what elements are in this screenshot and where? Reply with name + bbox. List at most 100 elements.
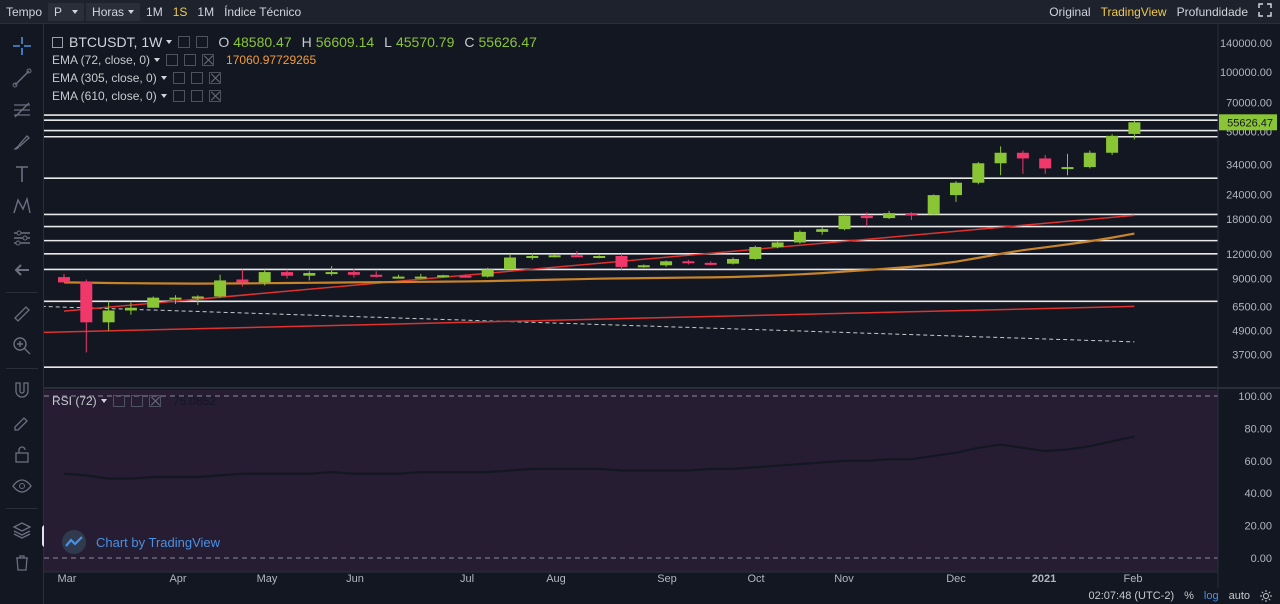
candle-body xyxy=(994,152,1007,164)
settings-icon[interactable] xyxy=(184,54,197,66)
price-tick-label: 140000.00 xyxy=(1220,38,1272,50)
back-tool[interactable] xyxy=(8,256,36,284)
chevron-down-icon[interactable] xyxy=(166,40,173,44)
brush-tool[interactable] xyxy=(8,128,36,156)
candle-body xyxy=(504,257,516,270)
view-original-button[interactable]: Original xyxy=(1045,3,1094,21)
pattern-tool[interactable] xyxy=(8,192,36,220)
settings-icon[interactable] xyxy=(130,395,143,407)
chart-legend: BTCUSDT, 1W O 48580.47 H 56609.14 L 45570.7… xyxy=(52,33,537,105)
eye-icon[interactable] xyxy=(172,90,185,102)
candle-body xyxy=(347,272,360,275)
close-icon[interactable] xyxy=(148,395,161,407)
magnet-tool[interactable] xyxy=(8,376,36,404)
brand-text: Chart by TradingView xyxy=(96,534,221,550)
chevron-down-icon xyxy=(128,9,135,14)
eye-icon xyxy=(12,479,32,493)
fullscreen-button[interactable] xyxy=(1254,1,1276,22)
view-tradingview-button[interactable]: TradingView xyxy=(1097,3,1171,21)
candle-body xyxy=(258,272,271,283)
rsi-legend: RSI (72) 75.0852 xyxy=(52,392,216,410)
time-tick-label: Sep xyxy=(657,573,677,585)
price-tick-label: 6500.00 xyxy=(1232,301,1272,313)
visibility-tool[interactable] xyxy=(8,472,36,500)
lock-icon xyxy=(15,446,29,463)
eye-icon[interactable] xyxy=(112,395,125,407)
rsi-tick-label: 60.00 xyxy=(1244,456,1272,468)
price-tick-label: 12000.00 xyxy=(1226,249,1272,261)
chart-canvas[interactable]: 3700.00 4900.00 6500.00 9000.00 12000.00 1800… xyxy=(44,24,1280,604)
ema72-label[interactable]: EMA (72, close, 0) xyxy=(52,53,150,67)
bottom-bar: 02:07:48 (UTC-2) % log auto xyxy=(1020,588,1280,604)
candle-body xyxy=(972,163,985,183)
candle-body xyxy=(1016,152,1029,159)
close-icon[interactable] xyxy=(208,72,221,84)
technical-indicators-button[interactable]: Índice Técnico xyxy=(220,3,305,21)
time-tick-label: Dec xyxy=(946,573,966,585)
gear-icon[interactable] xyxy=(1260,590,1272,602)
prediction-tool[interactable] xyxy=(8,224,36,252)
remove-drawings-tool[interactable] xyxy=(8,548,36,576)
chevron-down-icon[interactable] xyxy=(100,399,107,403)
rsi-label[interactable]: RSI (72) xyxy=(52,394,97,408)
chevron-down-icon[interactable] xyxy=(160,76,167,80)
interval-button-1m-month[interactable]: 1M xyxy=(193,3,218,21)
lock-tool[interactable] xyxy=(8,440,36,468)
interval-button-1m[interactable]: 1M xyxy=(142,3,167,21)
auto-scale-button[interactable]: auto xyxy=(1229,590,1250,602)
fib-tool[interactable] xyxy=(8,96,36,124)
legend-ema610-row: EMA (610, close, 0) xyxy=(52,87,537,105)
close-icon[interactable] xyxy=(208,90,221,102)
stay-drawing-tool[interactable] xyxy=(8,408,36,436)
percent-scale-button[interactable]: % xyxy=(1184,590,1194,602)
close-icon[interactable] xyxy=(202,54,215,66)
zoom-tool[interactable] xyxy=(8,332,36,360)
log-scale-button[interactable]: log xyxy=(1204,590,1219,602)
settings-icon[interactable] xyxy=(190,72,203,84)
candle-body xyxy=(370,274,383,277)
chevron-down-icon[interactable] xyxy=(160,94,167,98)
object-tree-tool[interactable] xyxy=(8,516,36,544)
tradingview-logo-icon xyxy=(62,530,86,554)
zoom-icon xyxy=(13,337,31,355)
interval-button-1s[interactable]: 1S xyxy=(169,3,192,21)
rsi-pane xyxy=(44,387,1280,572)
chart-style-select[interactable]: P xyxy=(48,2,85,21)
time-tick-label: Aug xyxy=(546,573,566,585)
ema305-label[interactable]: EMA (305, close, 0) xyxy=(52,71,157,85)
eye-icon[interactable] xyxy=(166,54,179,66)
time-tick-label: Nov xyxy=(834,573,854,585)
settings-icon[interactable] xyxy=(190,90,203,102)
chevron-down-icon[interactable] xyxy=(154,58,161,62)
candle-body xyxy=(303,272,316,276)
last-price-label: 55626.47 xyxy=(1227,117,1273,129)
price-tick-label: 70000.00 xyxy=(1226,98,1272,110)
toolbar-divider xyxy=(6,292,38,293)
candle-body xyxy=(80,281,93,323)
candle-body xyxy=(950,182,962,196)
text-tool[interactable] xyxy=(8,160,36,188)
crosshair-tool[interactable] xyxy=(8,32,36,60)
ema72-value: 17060.97729265 xyxy=(226,53,317,67)
tradingview-brand[interactable]: Chart by TradingView xyxy=(62,530,220,554)
eye-icon[interactable] xyxy=(172,72,185,84)
eye-icon[interactable] xyxy=(178,36,191,48)
legend-symbol-row: BTCUSDT, 1W O 48580.47 H 56609.14 L 45570.7… xyxy=(52,33,537,51)
interval-select[interactable]: Horas xyxy=(86,2,141,21)
magnet-icon xyxy=(15,382,29,398)
candle-body xyxy=(593,256,606,259)
ema610-label[interactable]: EMA (610, close, 0) xyxy=(52,89,157,103)
candle-body xyxy=(771,242,784,247)
price-tick-label: 9000.00 xyxy=(1232,274,1272,286)
trend-line-tool[interactable] xyxy=(8,64,36,92)
high-value: 56609.14 xyxy=(315,34,375,50)
toolbar-divider xyxy=(6,508,38,509)
measure-tool[interactable] xyxy=(8,300,36,328)
view-depth-button[interactable]: Profundidade xyxy=(1173,3,1252,21)
price-tick-label: 24000.00 xyxy=(1226,189,1272,201)
settings-icon[interactable] xyxy=(196,36,209,48)
legend-symbol[interactable]: BTCUSDT, 1W xyxy=(69,34,162,50)
candle-body xyxy=(214,280,227,297)
candle-body xyxy=(749,246,762,259)
candle-body xyxy=(927,195,940,215)
